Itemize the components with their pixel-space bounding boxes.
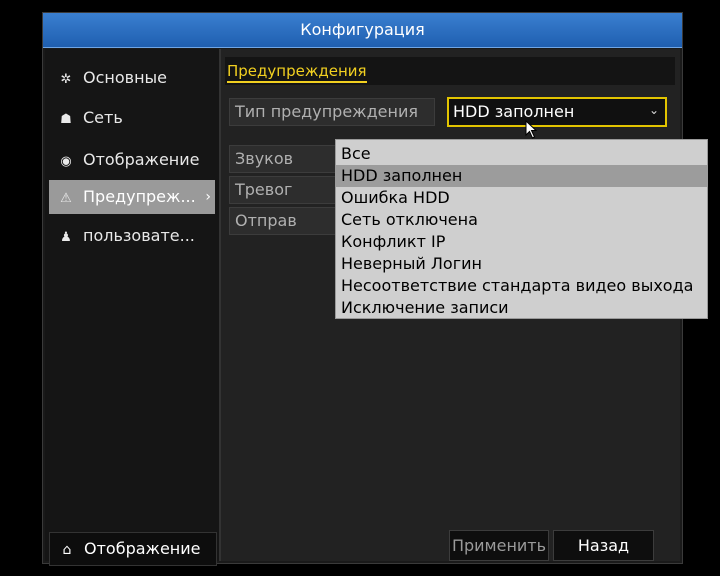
chevron-right-icon: › [205,189,211,205]
warning-icon: ⚠ [60,191,72,206]
chevron-down-icon: ⌄ [648,103,659,117]
option-record-exception[interactable]: Исключение записи [336,297,707,319]
mouse-cursor-icon [525,120,538,139]
option-hdd-error[interactable]: Ошибка HDD [336,187,707,209]
network-icon: ☗ [60,112,72,127]
live-view-button[interactable]: ⌂ Отображение [49,532,217,566]
sidebar-item-display[interactable]: ◉ Отображение [49,143,215,177]
sidebar-item-network[interactable]: ☗ Сеть [49,101,215,135]
option-hdd-full[interactable]: HDD заполнен [336,165,707,187]
gear-icon: ✲ [60,72,72,87]
sidebar: ✲ Основные ☗ Сеть ◉ Отображение ⚠ Предупреж.… [45,49,221,566]
live-view-label: Отображение [84,539,201,558]
apply-button[interactable]: Применить [449,530,549,561]
alert-type-label: Тип предупреждения [229,98,435,126]
home-icon: ⌂ [62,542,72,558]
option-ip-conflict[interactable]: Конфликт IP [336,231,707,253]
config-window: Конфигурация ✲ Основные ☗ Сеть ◉ Отображени… [42,12,708,566]
sidebar-item-users[interactable]: ♟ пользовате... [49,219,215,253]
sidebar-item-label: Сеть [83,108,123,127]
sidebar-item-alerts[interactable]: ⚠ Предупреж... › [49,180,215,214]
alert-type-select[interactable]: HDD заполнен ⌄ [447,97,667,127]
screen: Конфигурация ✲ Основные ☗ Сеть ◉ Отображени… [0,0,720,576]
section-title: Предупреждения [225,57,675,85]
option-all[interactable]: Все [336,143,707,165]
main-panel: Предупреждения Тип предупреждения HDD за… [221,49,708,561]
users-icon: ♟ [60,230,72,245]
option-illegal-login[interactable]: Неверный Логин [336,253,707,275]
option-video-standard-mismatch[interactable]: Несоответствие стандарта видео выхода [336,275,707,297]
sidebar-item-general[interactable]: ✲ Основные [49,61,215,95]
sidebar-item-label: пользовате... [83,226,195,245]
option-network-disconnected[interactable]: Сеть отключена [336,209,707,231]
alert-type-dropdown: Все HDD заполнен Ошибка HDD Сеть отключе… [335,139,708,319]
window-title: Конфигурация [43,13,682,48]
sidebar-item-label: Отображение [83,150,200,169]
alert-type-value: HDD заполнен [453,102,575,121]
eye-icon: ◉ [60,154,72,169]
sidebar-item-label: Предупреж... [83,187,196,206]
back-button[interactable]: Назад [553,530,654,561]
sidebar-item-label: Основные [83,68,168,87]
